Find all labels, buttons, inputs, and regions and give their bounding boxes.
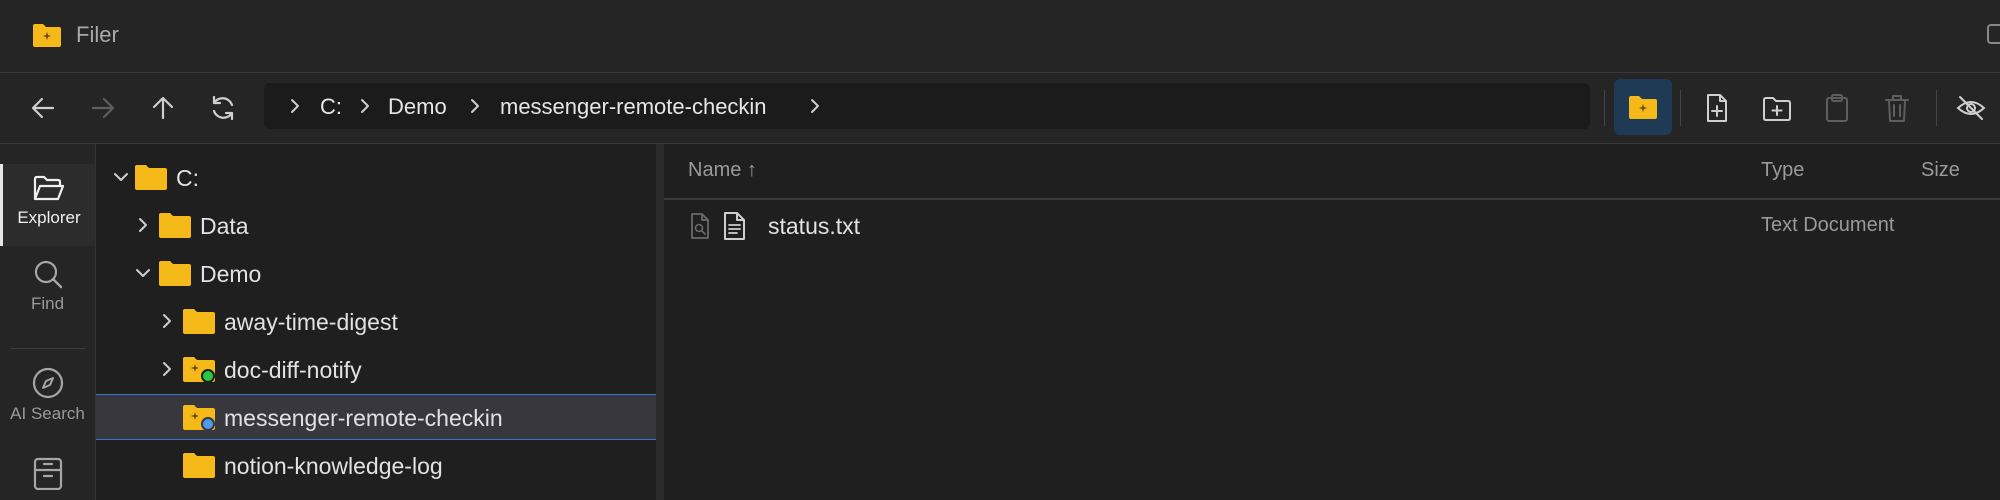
chevron-right-icon	[291, 99, 299, 113]
toolbar-divider	[1604, 90, 1605, 126]
status-dot	[201, 369, 215, 383]
compass-icon	[32, 367, 63, 399]
folder-sparkle-icon	[183, 405, 215, 431]
tree-item-away-time-digest[interactable]: away-time-digest	[96, 298, 656, 344]
refresh-button[interactable]	[204, 89, 242, 127]
file-search-icon	[691, 213, 709, 239]
folder-view-button[interactable]	[1614, 79, 1672, 135]
activity-label: Explorer	[17, 208, 81, 227]
toolbar-divider	[1680, 90, 1681, 126]
activity-label: AI Search	[10, 404, 85, 423]
activity-divider	[10, 348, 85, 349]
activity-explorer[interactable]: Explorer	[0, 164, 95, 246]
tree-item-demo[interactable]: Demo	[96, 250, 656, 296]
folder-tree: C: Data Demo away-time-digest doc-diff-n…	[96, 144, 656, 500]
file-name: status.txt	[768, 213, 861, 239]
new-folder-icon	[1763, 97, 1791, 121]
folder-icon	[159, 213, 191, 238]
refresh-icon	[212, 95, 234, 121]
chevron-right-icon[interactable]	[134, 216, 152, 234]
breadcrumb-messenger-remote-checkin[interactable]: messenger-remote-checkin	[500, 94, 767, 120]
arrow-up-icon	[152, 96, 174, 120]
folder-icon	[159, 261, 191, 286]
status-dot	[201, 417, 215, 431]
chevron-right-icon[interactable]	[466, 97, 484, 115]
column-header-name[interactable]: Name ↑	[688, 159, 757, 182]
toggle-hidden-button[interactable]	[1952, 89, 1990, 127]
folder-sparkle-icon	[183, 357, 215, 383]
folder-sparkle-icon	[1629, 96, 1657, 119]
column-header-size[interactable]: Size	[1921, 159, 1960, 182]
new-file-icon	[1707, 94, 1727, 122]
delete-button[interactable]	[1878, 89, 1916, 127]
trash-icon	[1885, 95, 1909, 122]
arrow-left-icon	[31, 97, 55, 119]
toolbar-divider	[1936, 90, 1937, 126]
chevron-right-icon[interactable]	[806, 97, 824, 115]
eye-off-icon	[1956, 96, 1986, 120]
activity-archive[interactable]	[0, 456, 95, 494]
app-title: Filer	[76, 22, 119, 47]
tree-item-label: Data	[200, 213, 249, 239]
title-bar: Filer	[0, 0, 2000, 73]
column-header-type[interactable]: Type	[1761, 159, 1804, 182]
folder-open-icon	[33, 175, 65, 201]
tree-item-label: Demo	[200, 261, 262, 287]
toolbar: C: Demo messenger-remote-checkin	[0, 73, 2000, 144]
file-type: Text Document	[1761, 214, 1895, 236]
breadcrumb-demo[interactable]: Demo	[388, 94, 447, 120]
app-folder-icon	[32, 22, 62, 48]
tree-item-messenger-remote-checkin[interactable]: messenger-remote-checkin	[96, 394, 656, 440]
tree-item-label: notion-knowledge-log	[224, 453, 443, 479]
tree-item-data[interactable]: Data	[96, 202, 656, 248]
activity-find[interactable]: Find	[0, 258, 95, 314]
search-icon	[34, 260, 62, 289]
clipboard-icon	[1826, 94, 1848, 122]
up-button[interactable]	[144, 89, 182, 127]
panel-splitter[interactable]	[656, 144, 664, 500]
forward-button[interactable]	[84, 89, 122, 127]
back-button[interactable]	[24, 89, 62, 127]
file-row[interactable]: status.txt Text Document	[664, 202, 2000, 248]
tree-item-label: C:	[176, 165, 199, 191]
chevron-right-icon[interactable]	[356, 97, 374, 115]
new-folder-button[interactable]	[1758, 89, 1796, 127]
activity-bar: Explorer Find AI Search	[0, 144, 96, 500]
breadcrumb-c-drive[interactable]: C:	[320, 94, 342, 120]
chevron-down-icon[interactable]	[134, 264, 152, 282]
text-file-icon	[724, 212, 745, 240]
folder-icon	[183, 309, 215, 334]
chevron-right-icon[interactable]	[158, 360, 176, 378]
new-file-button[interactable]	[1698, 89, 1736, 127]
paste-button[interactable]	[1818, 89, 1856, 127]
folder-icon	[135, 165, 167, 190]
feedback-icon[interactable]	[1986, 22, 2000, 50]
file-list: Name ↑ Type Size status.txt Text Documen…	[664, 144, 2000, 500]
tree-item-label: doc-diff-notify	[224, 357, 362, 383]
tree-item-label: away-time-digest	[224, 309, 398, 335]
chevron-right-icon[interactable]	[158, 312, 176, 330]
tree-item-doc-diff-notify[interactable]: doc-diff-notify	[96, 346, 656, 392]
chevron-down-icon[interactable]	[112, 168, 130, 186]
tree-item-notion-knowledge-log[interactable]: notion-knowledge-log	[96, 442, 656, 488]
folder-icon	[183, 453, 215, 478]
address-bar[interactable]: C: Demo messenger-remote-checkin	[264, 83, 1590, 129]
file-list-header: Name ↑ Type Size	[664, 144, 2000, 200]
tree-item-c-drive[interactable]: C:	[96, 154, 656, 200]
activity-label: Find	[30, 294, 65, 313]
tree-item-label: messenger-remote-checkin	[224, 405, 503, 431]
arrow-right-icon	[91, 97, 115, 119]
activity-ai-search[interactable]: AI Search	[0, 366, 95, 424]
archive-icon	[33, 457, 62, 490]
